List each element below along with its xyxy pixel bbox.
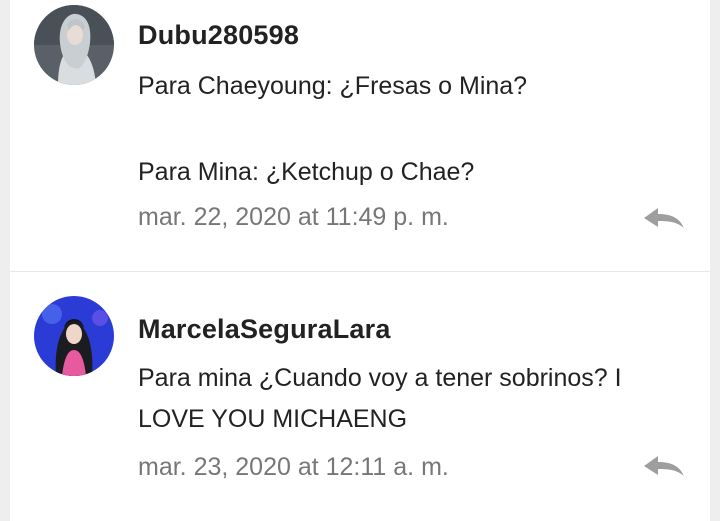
- timestamp: mar. 23, 2020 at 12:11 a. m.: [138, 453, 449, 481]
- reply-button[interactable]: [642, 204, 686, 234]
- comment-text-line: LOVE YOU MICHAENG: [138, 405, 408, 433]
- reply-icon: [644, 456, 684, 476]
- comment-text-line: Para Mina: ¿Ketchup o Chae?: [138, 158, 475, 186]
- avatar[interactable]: [34, 5, 114, 85]
- comment-text-line: Para Chaeyoung: ¿Fresas o Mina?: [138, 72, 528, 100]
- username[interactable]: Dubu280598: [138, 20, 299, 51]
- comments-list: Dubu280598 Para Chaeyoung: ¿Fresas o Min…: [10, 0, 710, 521]
- comment-item: Dubu280598 Para Chaeyoung: ¿Fresas o Min…: [10, 0, 710, 271]
- comment-item: MarcelaSeguraLara Para mina ¿Cuando voy …: [10, 272, 710, 521]
- comment-body: Para Chaeyoung: ¿Fresas o Mina? Para Min…: [138, 66, 698, 193]
- reply-button[interactable]: [642, 452, 686, 482]
- reply-icon: [644, 208, 684, 228]
- comment-text-line: Para mina ¿Cuando voy a tener sobrinos? …: [138, 364, 622, 392]
- comment-body: Para mina ¿Cuando voy a tener sobrinos? …: [138, 358, 698, 440]
- timestamp: mar. 22, 2020 at 11:49 p. m.: [138, 203, 449, 231]
- avatar[interactable]: [34, 296, 114, 376]
- username[interactable]: MarcelaSeguraLara: [138, 314, 391, 345]
